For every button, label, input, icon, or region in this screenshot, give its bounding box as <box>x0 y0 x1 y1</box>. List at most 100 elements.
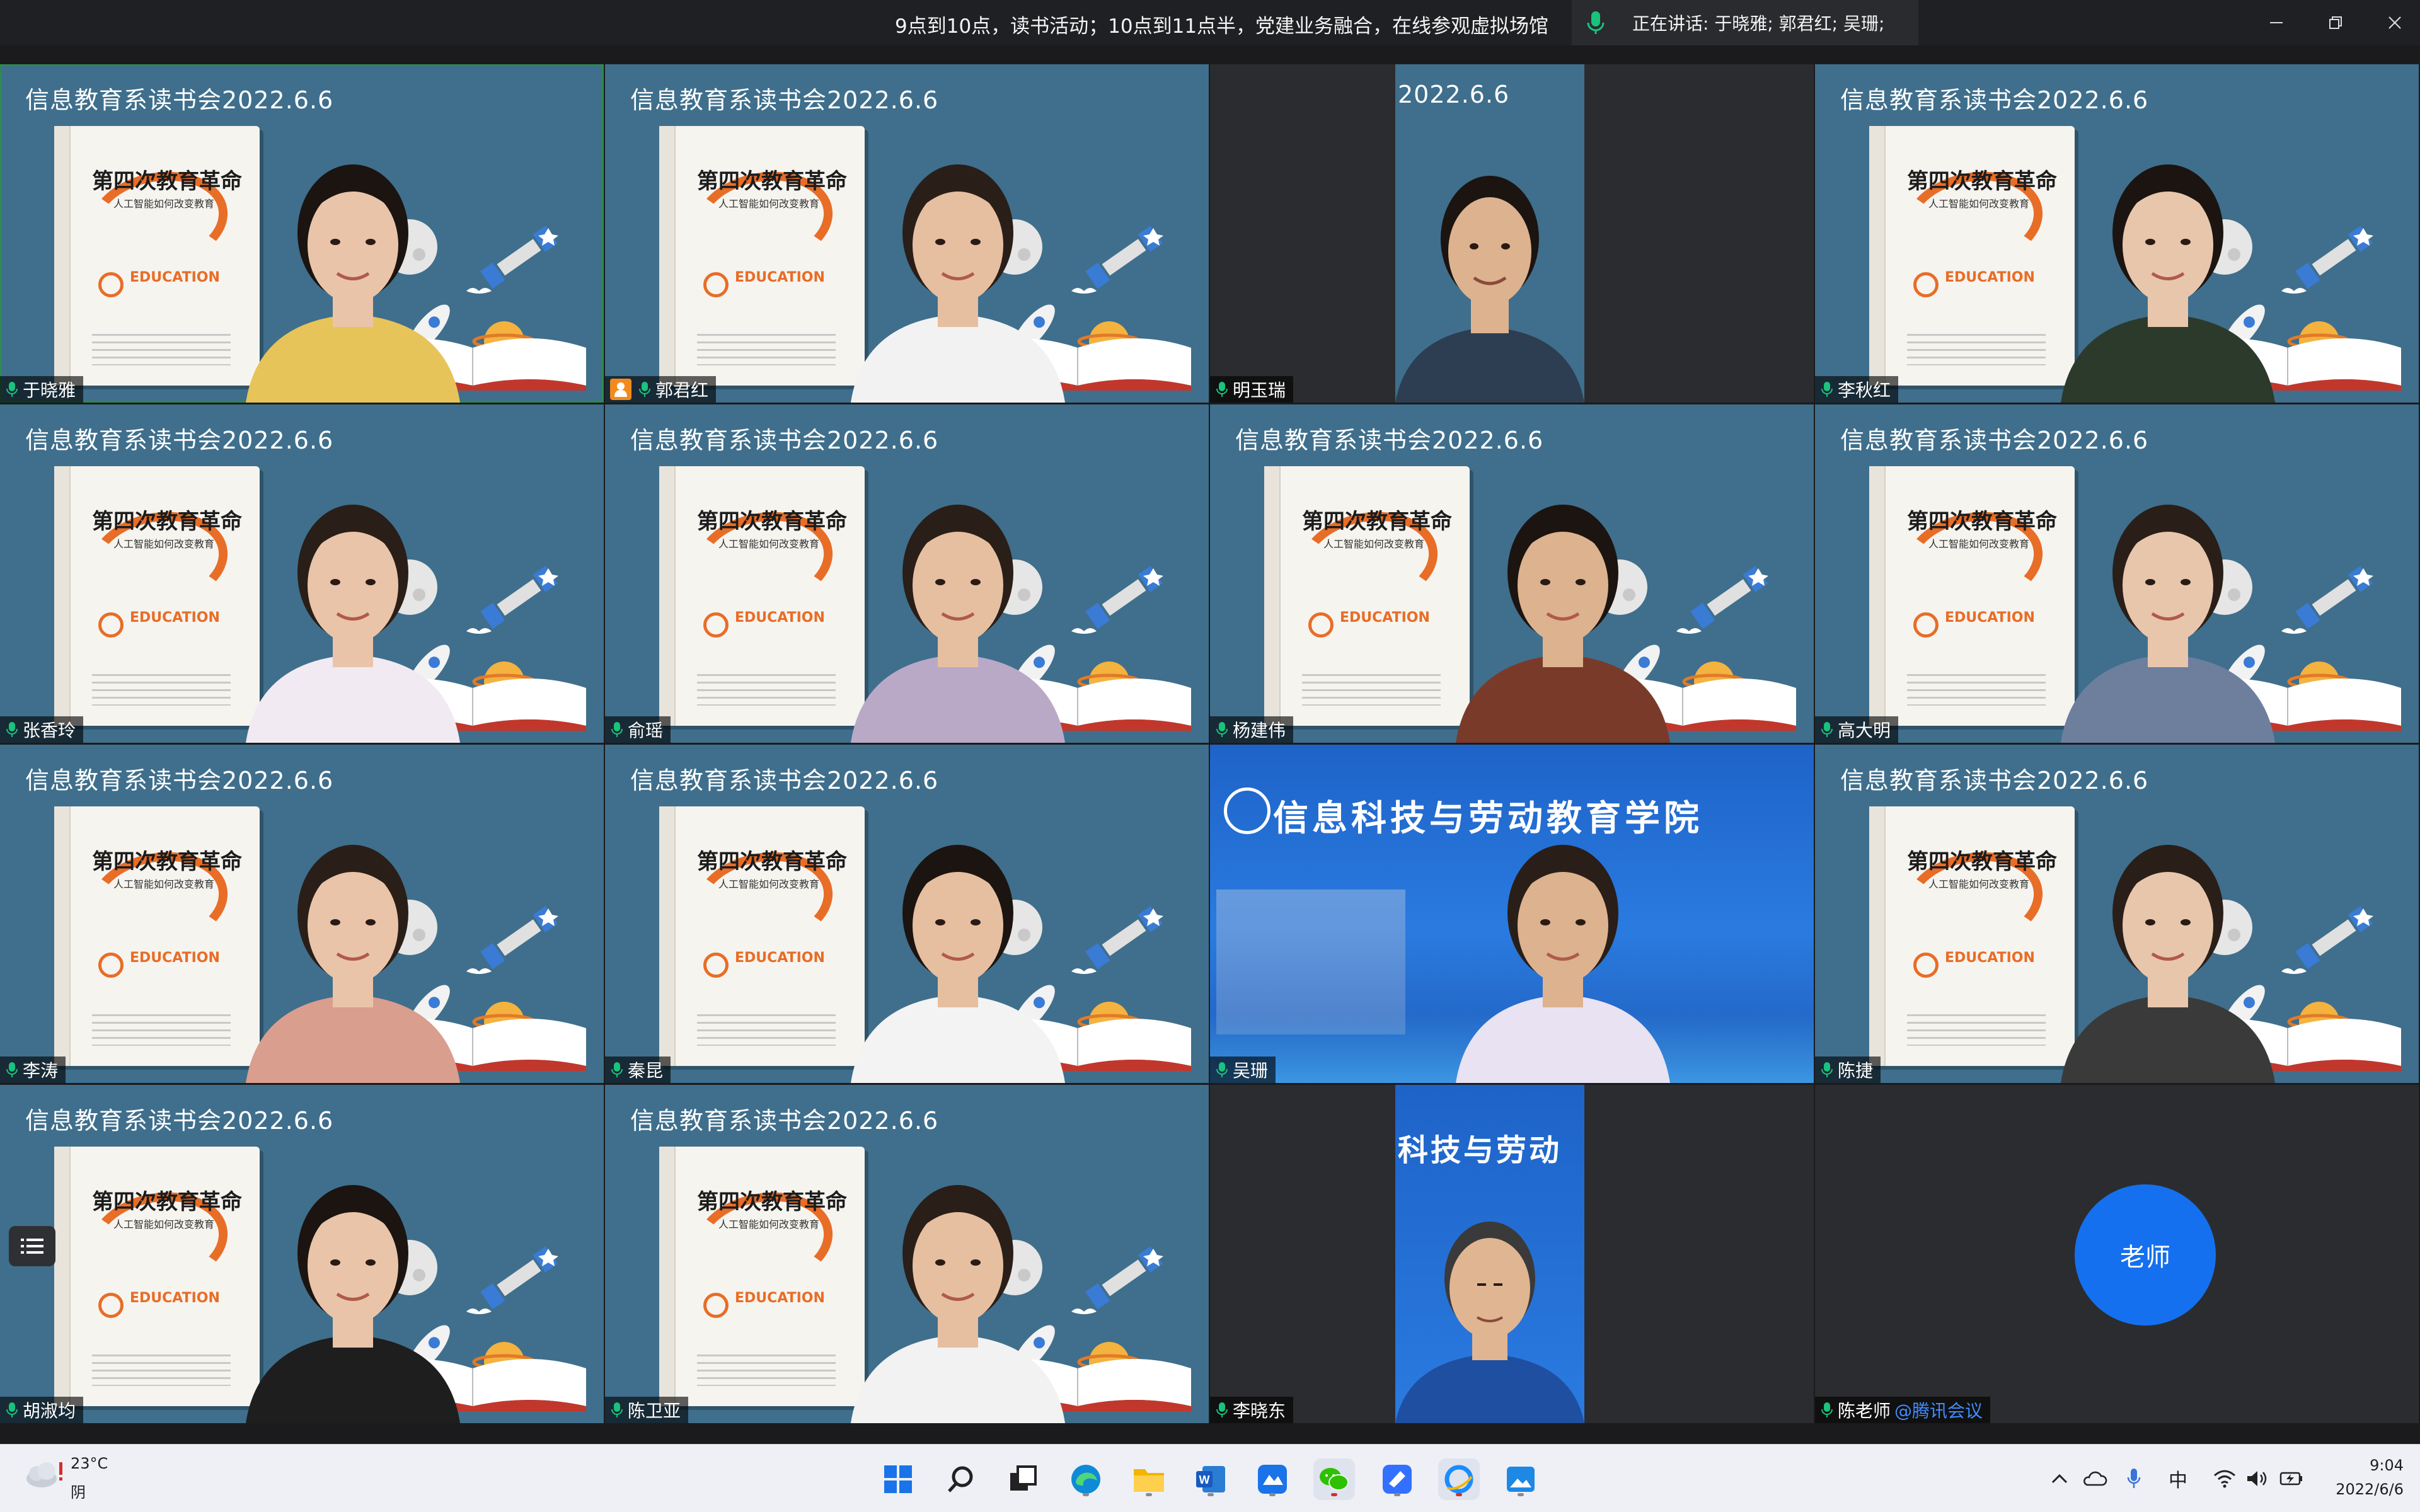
wifi-button[interactable] <box>2210 1463 2240 1494</box>
weather-temperature: 23°C <box>71 1455 108 1472</box>
book-subtitle: 人工智能如何改变教育 <box>718 1218 820 1230</box>
participant-name-label: 李涛 <box>0 1057 66 1083</box>
tencent-meeting-button[interactable] <box>1252 1458 1293 1500</box>
participant-tile[interactable]: 信息教育系读书会2022.6.6 第四次教育革命 人工智能如何改变教育 EDUC… <box>0 404 604 743</box>
microphone-icon <box>1587 11 1605 34</box>
minimize-button[interactable] <box>2254 5 2299 40</box>
svg-text:W: W <box>1199 1474 1210 1486</box>
participant-tile[interactable]: 信息教育系读书会2022.6.6 第四次教育革命 人工智能如何改变教育 EDUC… <box>605 1085 1209 1423</box>
microphone-icon <box>611 1062 623 1077</box>
edge-icon <box>1071 1465 1100 1494</box>
participant-tile[interactable]: 信息教育系读书会2022.6.6 第四次教育革命 人工智能如何改变教育 EDUC… <box>1815 404 2419 743</box>
participant-name: 陈卫亚 <box>628 1400 681 1421</box>
microphone-icon <box>639 382 650 397</box>
restore-button[interactable] <box>2313 5 2358 40</box>
book-edu-label: EDUCATION <box>735 1290 825 1306</box>
wifi-icon <box>2214 1470 2235 1488</box>
feishu-button[interactable] <box>1376 1458 1418 1500</box>
participant-name-label: 李晓东 <box>1210 1397 1294 1423</box>
participant-tile[interactable]: 信息教育系读书会2022.6.6 第四次教育革命 人工智能如何改变教育 EDUC… <box>605 404 1209 743</box>
ime-indicator[interactable]: 中 <box>2163 1463 2193 1494</box>
participant-name: 陈老师 <box>1838 1400 1891 1421</box>
qq-browser-button[interactable] <box>1438 1458 1480 1500</box>
participant-tile[interactable]: 信息教育系读书会2022.6.6 第四次教育革命 人工智能如何改变教育 EDUC… <box>0 745 604 1083</box>
system-clock[interactable]: 9:04 2022/6/6 <box>2322 1453 2404 1501</box>
book-title: 第四次教育革命 <box>92 849 242 874</box>
book-cover-image: 第四次教育革命 人工智能如何改变教育 EDUCATION <box>1264 466 1470 726</box>
volume-button[interactable] <box>2242 1463 2273 1494</box>
microphone-icon <box>1821 722 1833 737</box>
participant-name: 高大明 <box>1838 720 1891 741</box>
book-edu-label: EDUCATION <box>735 610 825 626</box>
participant-name: 吴珊 <box>1233 1060 1269 1081</box>
participant-name: 李涛 <box>23 1060 59 1081</box>
member-list-button[interactable] <box>9 1226 55 1266</box>
host-icon <box>610 379 631 400</box>
book-title: 第四次教育革命 <box>92 169 242 194</box>
participant-tile[interactable]: 信息教育系读书会2022.6.6 第四次教育革命 人工智能如何改变教育 EDUC… <box>1210 404 1814 743</box>
participant-name: 张香玲 <box>23 720 76 741</box>
close-button[interactable] <box>2372 5 2417 40</box>
running-indicator <box>1394 1493 1400 1496</box>
book-cover-image: 第四次教育革命 人工智能如何改变教育 EDUCATION <box>1869 126 2075 386</box>
participant-tile[interactable]: 信息教育系读书会2022.6.6 第四次教育革命 人工智能如何改变教育 EDUC… <box>0 64 604 403</box>
participant-tile[interactable]: 信息教育系读书会2022.6.6 第四次教育革命 人工智能如何改变教育 EDUC… <box>605 64 1209 403</box>
book-cover-image: 第四次教育革命 人工智能如何改变教育 EDUCATION <box>54 466 260 726</box>
book-subtitle: 人工智能如何改变教育 <box>113 1218 215 1230</box>
edge-browser-button[interactable] <box>1065 1458 1107 1500</box>
participant-tile[interactable]: 信息科技与劳动教育学院 吴珊 <box>1210 745 1814 1083</box>
participant-tile[interactable]: 信息教育系读书会2022.6.6 第四次教育革命 人工智能如何改变教育 EDUC… <box>605 745 1209 1083</box>
photos-button[interactable] <box>1500 1458 1541 1500</box>
participant-tile[interactable]: 2022.6.6 明玉瑞 <box>1210 64 1814 403</box>
onedrive-button[interactable] <box>2080 1463 2110 1494</box>
meeting-topic: 9点到10点，读书活动；10点到11点半，党建业务融合，在线参观虚拟场馆 <box>895 15 1549 38</box>
participant-name: 秦昆 <box>628 1060 664 1081</box>
microphone-icon <box>1821 1402 1833 1418</box>
tencent-meeting-icon <box>1258 1465 1287 1494</box>
participant-video <box>246 505 460 743</box>
windows-start-icon <box>884 1465 912 1493</box>
slide-caption: 信息教育系读书会2022.6.6 <box>1840 767 2149 794</box>
book-cover-image: 第四次教育革命 人工智能如何改变教育 EDUCATION <box>1869 806 2075 1066</box>
running-indicator <box>1146 1493 1152 1496</box>
weather-condition: 阴 <box>71 1484 86 1501</box>
participant-name-label: 秦昆 <box>605 1057 671 1083</box>
participant-video <box>1456 505 1670 743</box>
microphone-icon <box>2127 1469 2141 1488</box>
participant-tile[interactable]: 科技与劳动 李晓东 <box>1210 1085 1814 1423</box>
participant-video <box>851 1185 1065 1423</box>
participant-name-label: 陈捷 <box>1815 1057 1881 1083</box>
book-subtitle: 人工智能如何改变教育 <box>1928 878 2030 890</box>
start-button[interactable] <box>877 1458 919 1500</box>
battery-button[interactable] <box>2276 1463 2307 1494</box>
slide-caption: 信息教育系读书会2022.6.6 <box>1840 427 2149 454</box>
wechat-button[interactable] <box>1313 1458 1355 1500</box>
show-hidden-icons-button[interactable] <box>2044 1463 2075 1494</box>
slide-caption: 信息教育系读书会2022.6.6 <box>25 767 334 794</box>
participant-name-label: 吴珊 <box>1210 1057 1276 1083</box>
book-edu-label: EDUCATION <box>1945 610 2035 626</box>
participant-tile[interactable]: 信息教育系读书会2022.6.6 第四次教育革命 人工智能如何改变教育 EDUC… <box>1815 745 2419 1083</box>
word-button[interactable]: W <box>1190 1458 1231 1500</box>
participant-tile[interactable]: 信息教育系读书会2022.6.6 第四次教育革命 人工智能如何改变教育 EDUC… <box>1815 64 2419 403</box>
participant-tile[interactable]: 老师 陈老师 @腾讯会议 <box>1815 1085 2419 1423</box>
search-button[interactable] <box>940 1458 982 1500</box>
search-icon <box>948 1466 973 1492</box>
cloudy-weather-icon[interactable] <box>23 1458 67 1490</box>
book-cover-image: 第四次教育革命 人工智能如何改变教育 EDUCATION <box>54 126 260 386</box>
participant-source: @腾讯会议 <box>1894 1400 1983 1421</box>
book-cover-image: 第四次教育革命 人工智能如何改变教育 EDUCATION <box>659 1147 865 1406</box>
participant-tile[interactable]: 信息教育系读书会2022.6.6 第四次教育革命 人工智能如何改变教育 EDUC… <box>0 1085 604 1423</box>
slide-caption: 信息教育系读书会2022.6.6 <box>630 427 939 454</box>
book-cover-image: 第四次教育革命 人工智能如何改变教育 EDUCATION <box>54 1147 260 1406</box>
book-title: 第四次教育革命 <box>697 849 847 874</box>
task-view-button[interactable] <box>1002 1458 1044 1500</box>
participant-name: 陈捷 <box>1838 1060 1874 1081</box>
microphone-tray-button[interactable] <box>2119 1463 2149 1494</box>
microphone-icon <box>1216 722 1228 737</box>
message-app-icon <box>1383 1465 1412 1494</box>
file-explorer-button[interactable] <box>1128 1458 1170 1500</box>
microphone-icon <box>6 1062 18 1077</box>
microphone-icon <box>1216 1062 1228 1077</box>
book-title: 第四次教育革命 <box>1907 169 2057 194</box>
